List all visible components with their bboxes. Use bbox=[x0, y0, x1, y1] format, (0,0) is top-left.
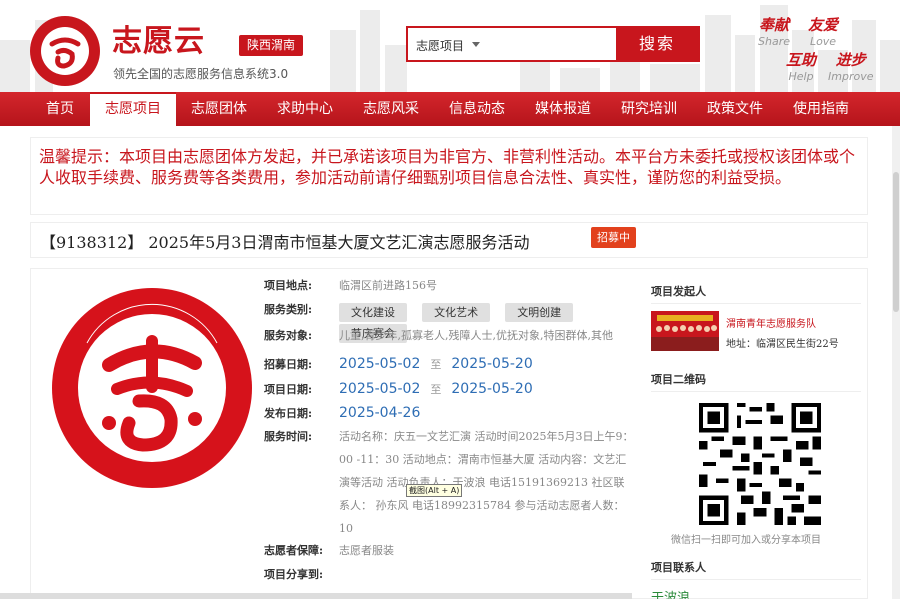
nav-showcase[interactable]: 志愿风采 bbox=[348, 92, 434, 126]
organization-photo[interactable] bbox=[651, 311, 719, 351]
project-title-row: 【9138312】 2025年5月3日渭南市恒基大厦文艺汇演志愿服务活动 招募中 bbox=[30, 222, 868, 258]
motto-help: 互助 Help bbox=[786, 51, 817, 83]
nav-research[interactable]: 研究培训 bbox=[606, 92, 692, 126]
nav-news[interactable]: 信息动态 bbox=[434, 92, 520, 126]
project-end: 2025-05-20 bbox=[451, 380, 533, 397]
nav-media[interactable]: 媒体报道 bbox=[520, 92, 606, 126]
protection-value: 志愿者服装 bbox=[339, 544, 394, 557]
project-id: 【9138312】 bbox=[40, 233, 144, 252]
region-badge[interactable]: 陕西渭南 bbox=[239, 35, 304, 56]
publish-date: 2025-04-26 bbox=[339, 405, 421, 421]
nav-policy[interactable]: 政策文件 bbox=[692, 92, 778, 126]
row-protection: 志愿者保障: 志愿者服装 bbox=[264, 544, 394, 557]
project-info: 项目地点: 临渭区前进路156号 服务类别: 文化建设 文化艺术 文明创建 节庆… bbox=[264, 277, 644, 585]
row-share: 项目分享到: bbox=[264, 568, 324, 581]
nav-groups[interactable]: 志愿团体 bbox=[176, 92, 262, 126]
motto-share: 奉献 Share bbox=[758, 16, 790, 48]
notice-box: 温馨提示：本项目由志愿团体方发起，并已承诺该项目为非官方、非营利性活动。本平台方… bbox=[30, 137, 868, 215]
tag-civilization[interactable]: 文明创建 bbox=[505, 303, 574, 322]
target-value: 儿童,青少年,孤寡老人,残障人士,优抚对象,特困群体,其他 bbox=[339, 329, 613, 342]
slogan: 领先全国的志愿服务信息系统3.0 bbox=[113, 67, 289, 81]
nav-help-center[interactable]: 求助中心 bbox=[262, 92, 348, 126]
project-detail-panel: 项目地点: 临渭区前进路156号 服务类别: 文化建设 文化艺术 文明创建 节庆… bbox=[30, 268, 868, 599]
organization-name[interactable]: 渭南青年志愿服务队 bbox=[726, 315, 816, 330]
page-scrollbar[interactable] bbox=[892, 126, 900, 599]
site-header: 志愿云 陕西渭南 领先全国的志愿服务信息系统3.0 志愿项目 搜索 奉献 Sha… bbox=[0, 0, 900, 92]
scrollbar-thumb[interactable] bbox=[893, 172, 899, 312]
row-project-date: 项目日期: 2025-05-02 至 2025-05-20 bbox=[264, 380, 533, 397]
motto-love: 友爱 Love bbox=[808, 16, 839, 48]
motto-improve: 进步 Improve bbox=[828, 51, 874, 83]
initiator-heading: 项目发起人 bbox=[651, 285, 706, 298]
search-category-select[interactable]: 志愿项目 bbox=[416, 37, 464, 54]
divider bbox=[651, 303, 861, 304]
qr-caption: 微信扫一扫即可加入或分享本项目 bbox=[671, 535, 821, 546]
nav-home[interactable]: 首页 bbox=[30, 92, 90, 126]
row-publish-date: 发布日期: 2025-04-26 bbox=[264, 405, 421, 421]
project-title: 2025年5月3日渭南市恒基大厦文艺汇演志愿服务活动 bbox=[148, 233, 530, 252]
divider bbox=[651, 391, 861, 392]
contact-name: 于波浪 bbox=[651, 591, 691, 599]
volunteer-logo-icon[interactable] bbox=[28, 14, 102, 88]
china-volunteer-service-logo-icon bbox=[52, 288, 252, 488]
row-service-type: 服务类别: 文化建设 文化艺术 文明创建 节庆赛会 bbox=[264, 301, 644, 343]
qr-code bbox=[699, 403, 821, 525]
location-value: 临渭区前进路156号 bbox=[339, 279, 437, 292]
search-button[interactable]: 搜索 bbox=[616, 28, 698, 60]
tag-culture-building[interactable]: 文化建设 bbox=[339, 303, 407, 322]
row-target: 服务对象: 儿童,青少年,孤寡老人,残障人士,优抚对象,特困群体,其他 bbox=[264, 329, 613, 342]
nav-projects[interactable]: 志愿项目 bbox=[90, 92, 176, 126]
row-location: 项目地点: 临渭区前进路156号 bbox=[264, 279, 437, 292]
recruit-start: 2025-05-02 bbox=[339, 355, 421, 372]
row-service-time: 服务时间: 活动名称：庆五一文艺汇演 活动时间2025年5月3日上午9：00 -… bbox=[264, 425, 644, 537]
tag-culture-art[interactable]: 文化艺术 bbox=[422, 303, 491, 322]
page-title: 【9138312】 2025年5月3日渭南市恒基大厦文艺汇演志愿服务活动 bbox=[40, 229, 529, 253]
service-time-description: 活动名称：庆五一文艺汇演 活动时间2025年5月3日上午9：00 -11：30 … bbox=[339, 430, 634, 535]
project-start: 2025-05-02 bbox=[339, 380, 421, 397]
contact-heading: 项目联系人 bbox=[651, 561, 706, 574]
chevron-down-icon[interactable] bbox=[472, 42, 480, 47]
status-badge: 招募中 bbox=[591, 227, 636, 248]
divider bbox=[651, 579, 861, 580]
horizontal-scrollbar[interactable] bbox=[0, 593, 632, 599]
qr-heading: 项目二维码 bbox=[651, 373, 706, 386]
screenshot-tooltip: 截图(Alt + A) bbox=[406, 484, 463, 497]
main-nav: 首页 志愿项目 志愿团体 求助中心 志愿风采 信息动态 媒体报道 研究培训 政策… bbox=[0, 92, 900, 126]
row-recruit-date: 招募日期: 2025-05-02 至 2025-05-20 bbox=[264, 355, 533, 372]
search-bar: 志愿项目 搜索 bbox=[406, 26, 700, 62]
brand-name[interactable]: 志愿云 bbox=[112, 16, 205, 60]
nav-guide[interactable]: 使用指南 bbox=[778, 92, 864, 126]
recruit-end: 2025-05-20 bbox=[451, 355, 533, 372]
organization-address: 地址：临渭区民生街22号 bbox=[726, 339, 839, 350]
